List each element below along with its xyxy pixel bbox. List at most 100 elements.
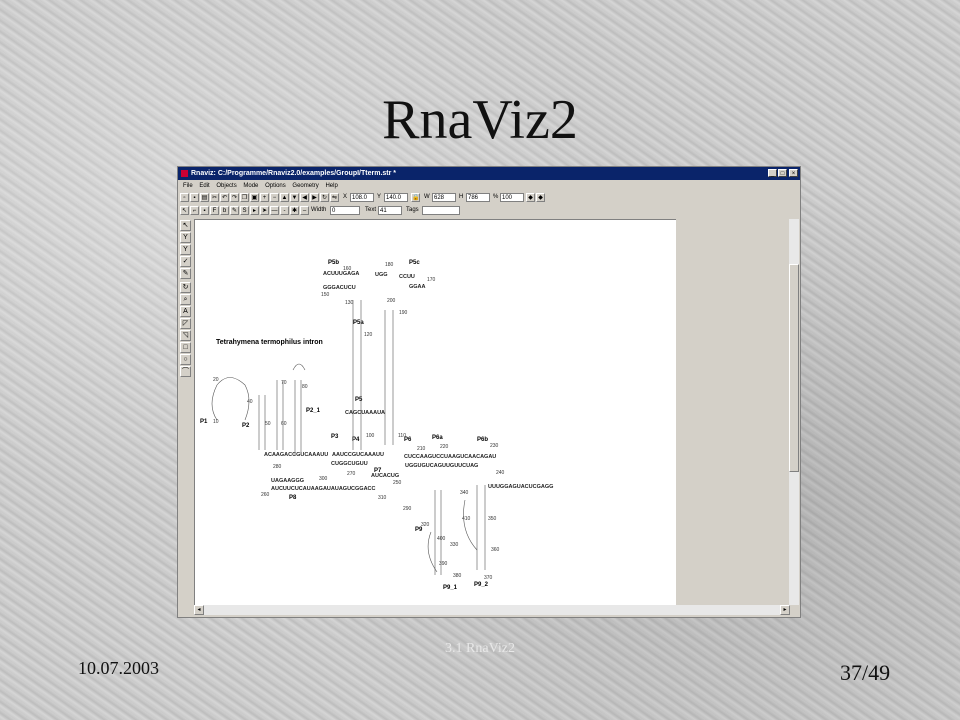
seq-p5-strand: CAGCUAAAUA <box>345 410 385 416</box>
y-label: Y <box>377 194 382 200</box>
flip-icon[interactable]: ⇋ <box>330 193 339 202</box>
scroll-right-button[interactable]: ▸ <box>780 605 790 615</box>
seq-p3-loop: CUGGCUGUU <box>331 461 368 467</box>
text-field[interactable]: 41 <box>378 206 402 215</box>
width-label: Width <box>311 207 327 213</box>
fork-tool-icon[interactable]: Y <box>180 244 191 255</box>
arrow-left-icon[interactable]: ◀ <box>300 193 309 202</box>
play-icon[interactable]: ▸ <box>250 206 259 215</box>
tags-field[interactable] <box>422 206 460 215</box>
w-label: W <box>424 194 430 200</box>
branch-tool-icon[interactable]: Y <box>180 232 191 243</box>
chevron-icon[interactable]: ➤ <box>260 206 269 215</box>
label-p3: P3 <box>331 434 339 440</box>
spin-down-icon[interactable]: ◆ <box>526 193 535 202</box>
seq-p5b-bottom: GGGACUCU <box>323 285 356 291</box>
pencil-tool-icon[interactable]: ✎ <box>180 268 191 279</box>
rna-canvas[interactable]: Tetrahymena termophilus intron P5b P5c P… <box>194 219 677 606</box>
label-p5: P5 <box>355 397 363 403</box>
maximize-button[interactable]: □ <box>778 169 787 177</box>
marker-icon[interactable]: ✱ <box>290 206 299 215</box>
horizontal-scrollbar[interactable]: ◂ ▸ <box>194 605 790 615</box>
rotate-icon[interactable]: ↻ <box>320 193 329 202</box>
label-p1: P1 <box>200 419 208 425</box>
num-260: 260 <box>261 492 270 498</box>
arrow-right-icon[interactable]: ▶ <box>310 193 319 202</box>
cut-icon[interactable]: ✂ <box>210 193 219 202</box>
menu-help[interactable]: Help <box>325 183 337 189</box>
h-label: H <box>459 194 464 200</box>
pen-icon[interactable]: ✎ <box>230 206 239 215</box>
dash-icon[interactable]: - <box>280 206 289 215</box>
toolbar-format: ↖ ⌐ ▪ F b ✎ S ▸ ➤ — - ✱ – Width 0 Text 4… <box>178 205 800 217</box>
toolbar-main: ▫ ▪ ▤ ✂ ↶ ↷ ❐ ▣ + − ▲ ▼ ◀ ▶ ↻ ⇋ X 108.0 … <box>178 192 800 204</box>
print-icon[interactable]: ▤ <box>200 193 209 202</box>
zoom-in-icon[interactable]: + <box>260 193 269 202</box>
zoom-out-icon[interactable]: − <box>270 193 279 202</box>
num-300: 300 <box>319 476 328 482</box>
diagram-caption: Tetrahymena termophilus intron <box>216 339 323 346</box>
curve-tool-icon[interactable]: ⌒ <box>180 366 191 377</box>
vertical-scroll-thumb[interactable] <box>789 264 799 472</box>
h-field[interactable]: 786 <box>466 193 490 202</box>
menu-options[interactable]: Options <box>265 183 286 189</box>
label-p5a: P5a <box>353 320 364 326</box>
menu-edit[interactable]: Edit <box>199 183 209 189</box>
menu-objects[interactable]: Objects <box>216 183 236 189</box>
select-arrow-icon[interactable]: ↖ <box>180 206 189 215</box>
scroll-left-button[interactable]: ◂ <box>194 605 204 615</box>
num-370: 370 <box>484 575 493 581</box>
menu-mode[interactable]: Mode <box>243 183 258 189</box>
window-titlebar: Rnaviz: C:/Programme/Rnaviz2.0/examples/… <box>178 167 800 180</box>
arrow-up-icon[interactable]: ▲ <box>280 193 289 202</box>
copy-icon[interactable]: ❐ <box>240 193 249 202</box>
num-100: 100 <box>366 433 375 439</box>
label-p2-1: P2_1 <box>306 408 321 414</box>
rectangle-tool-icon[interactable]: □ <box>180 342 191 353</box>
font-f-icon[interactable]: F <box>210 206 219 215</box>
menubar: File Edit Objects Mode Options Geometry … <box>178 181 800 191</box>
num-60: 60 <box>281 421 287 427</box>
num-330: 330 <box>450 542 459 548</box>
select-tool-icon[interactable]: ↖ <box>180 220 191 231</box>
undo-icon[interactable]: ↶ <box>220 193 229 202</box>
redo-icon[interactable]: ↷ <box>230 193 239 202</box>
width-field[interactable]: 0 <box>330 206 360 215</box>
menu-file[interactable]: File <box>183 183 193 189</box>
num-180: 180 <box>385 262 394 268</box>
line-icon[interactable]: — <box>270 206 279 215</box>
arrow-down-icon[interactable]: ▼ <box>290 193 299 202</box>
text-label: Text <box>365 207 377 213</box>
rotate-tool-icon[interactable]: ↻ <box>180 282 191 293</box>
y-field[interactable]: 140.0 <box>384 193 408 202</box>
paste-icon[interactable]: ▣ <box>250 193 259 202</box>
seq-p8-bottom: AUCUUCUCAUAAGAUAUAGUCGGACC <box>271 486 376 492</box>
close-button[interactable]: × <box>789 169 798 177</box>
num-270: 270 <box>347 471 356 477</box>
num-200: 200 <box>387 298 396 304</box>
zoom-tool-icon[interactable]: ⌕ <box>180 294 191 305</box>
lock-icon[interactable]: 🔒 <box>411 193 420 202</box>
pin-tool-icon[interactable]: ✓ <box>180 256 191 267</box>
color-icon[interactable]: ▪ <box>200 206 209 215</box>
bold-icon[interactable]: b <box>220 206 229 215</box>
save-icon[interactable]: ▪ <box>190 193 199 202</box>
num-280: 280 <box>273 464 282 470</box>
percent-field[interactable]: 100 <box>500 193 524 202</box>
window-title: Rnaviz: C:/Programme/Rnaviz2.0/examples/… <box>191 170 397 177</box>
ellipse-tool-icon[interactable]: ○ <box>180 354 191 365</box>
fill-tool-icon[interactable]: ◹ <box>180 330 191 341</box>
x-field[interactable]: 108.0 <box>350 193 374 202</box>
menu-geometry[interactable]: Geometry <box>292 183 318 189</box>
paint-tool-icon[interactable]: ◸ <box>180 318 191 329</box>
spin-up-icon[interactable]: ◆ <box>536 193 545 202</box>
bracket-icon[interactable]: ⌐ <box>190 206 199 215</box>
new-icon[interactable]: ▫ <box>180 193 189 202</box>
w-field[interactable]: 628 <box>432 193 456 202</box>
minus-icon[interactable]: – <box>300 206 309 215</box>
style-s-icon[interactable]: S <box>240 206 249 215</box>
minimize-button[interactable]: _ <box>768 169 777 177</box>
vertical-scrollbar[interactable] <box>789 219 799 605</box>
seq-p6-bottom: UGGUGUCAGUUGUUCUAG <box>405 463 478 469</box>
text-tool-icon[interactable]: A <box>180 306 191 317</box>
